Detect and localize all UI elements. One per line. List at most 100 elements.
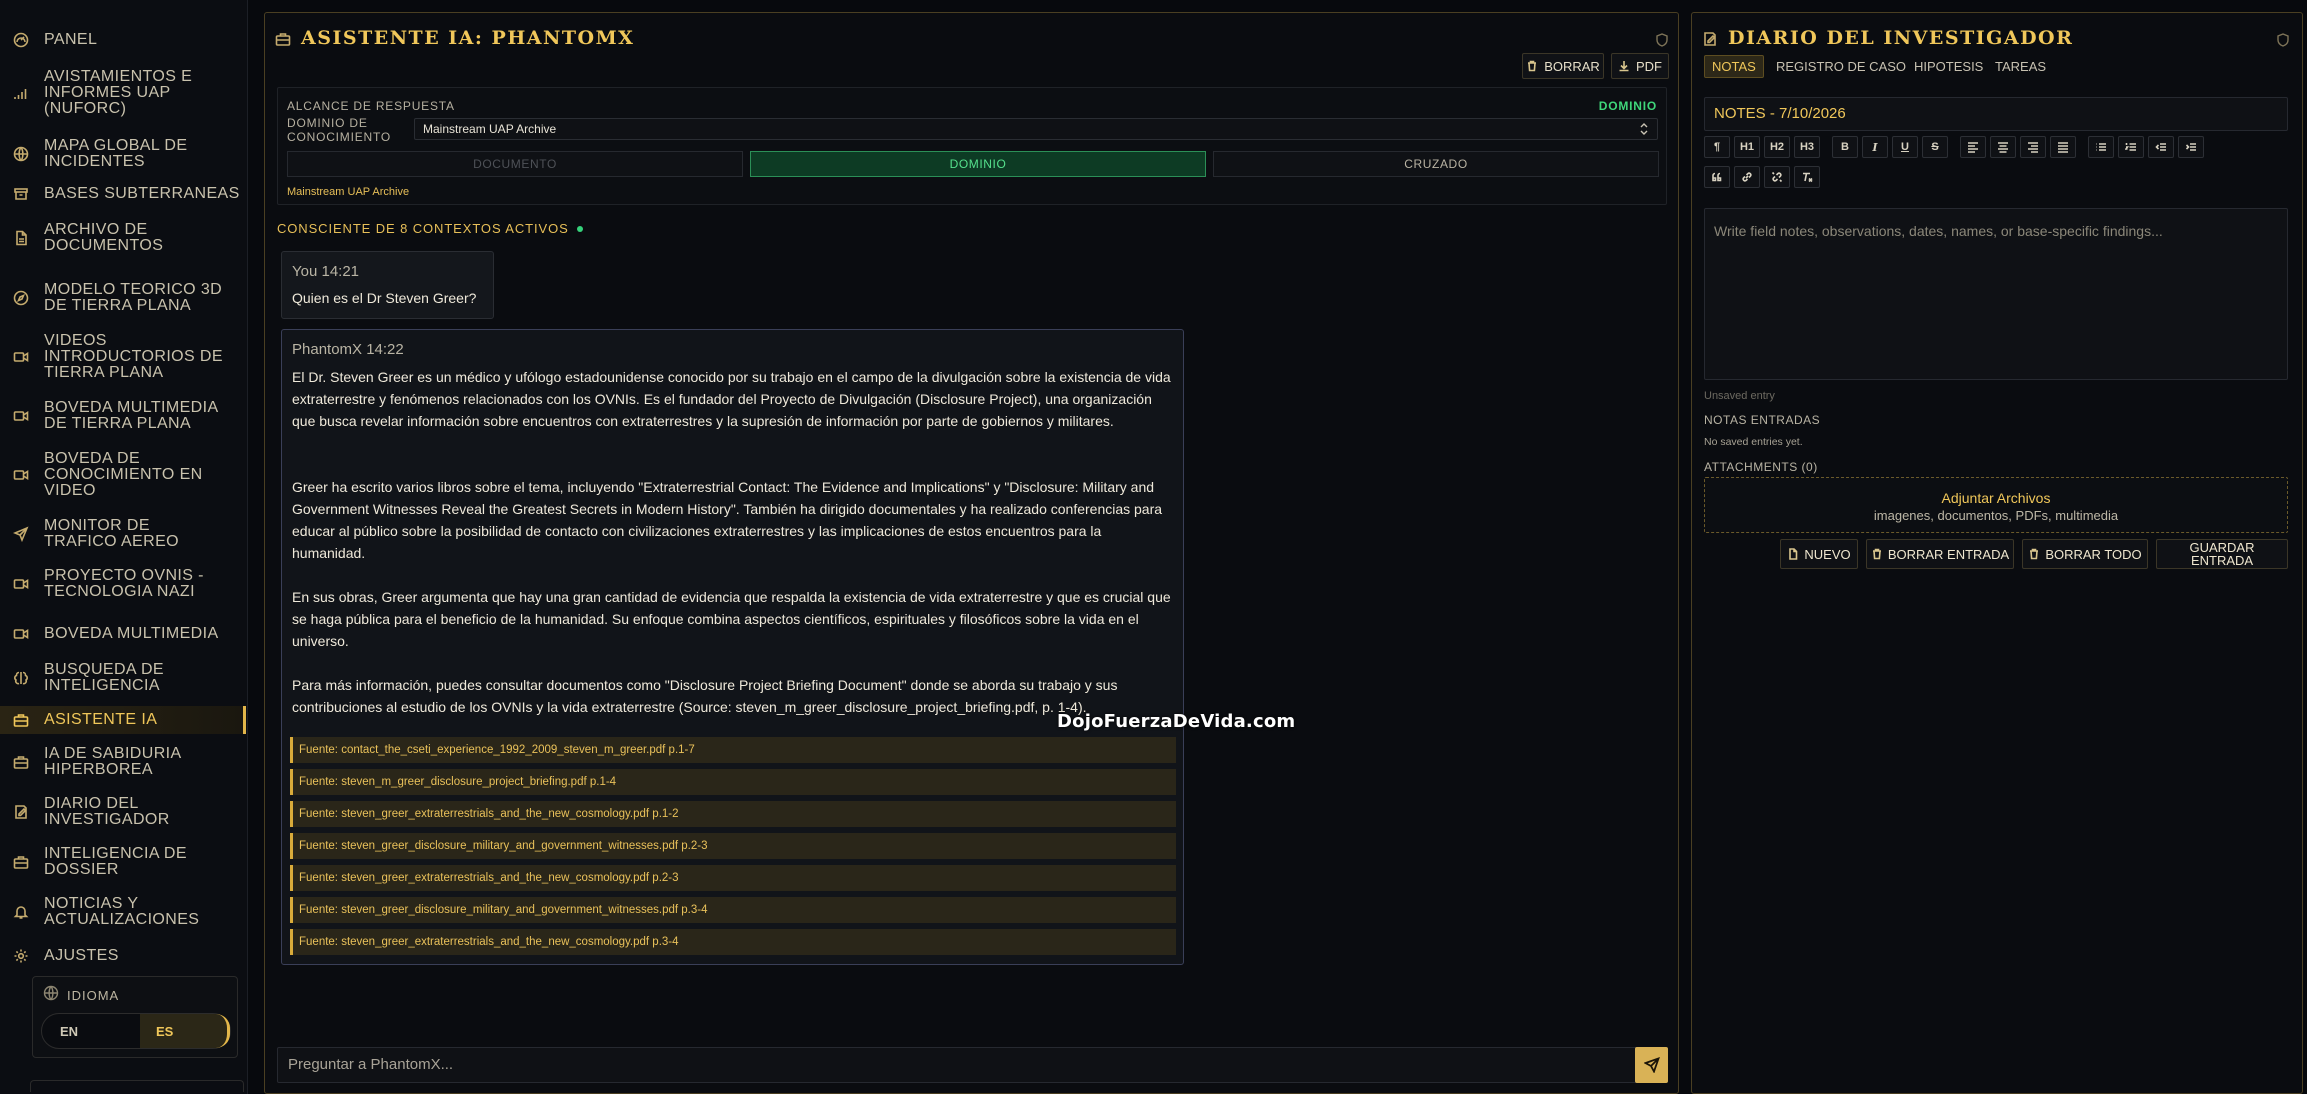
new-entry-button[interactable]: NUEVO [1780,539,1858,569]
align-justify-button[interactable] [2050,136,2076,158]
source-citation[interactable]: Fuente: steven_greer_disclosure_military… [290,897,1176,923]
delete-entry-button[interactable]: BORRAR ENTRADA [1866,539,2014,569]
note-editor[interactable]: Write field notes, observations, dates, … [1704,208,2288,380]
source-citation[interactable]: Fuente: contact_the_cseti_experience_199… [290,737,1176,763]
knowledge-domain-select[interactable]: Mainstream UAP Archive [414,118,1658,140]
numbered-list-button[interactable] [2118,136,2144,158]
sidebar-item-label: AVISTAMIENTOS E INFORMES UAP (NUFORC) [44,68,193,117]
clear-button[interactable]: BORRAR [1522,53,1604,79]
sidebar-item-panel[interactable]: PANEL [0,28,246,52]
tab-hypotheses[interactable]: HIPOTESIS [1914,55,1983,78]
sidebar-item-incident-map[interactable]: MAPA GLOBAL DE INCIDENTES [0,136,246,172]
source-citation[interactable]: Fuente: steven_greer_extraterrestrials_a… [290,929,1176,955]
sidebar-item-dossier-intel[interactable]: INTELIGENCIA DE DOSSIER [0,844,246,880]
language-option-es[interactable]: ES [140,1014,230,1048]
sidebar-item-hyperborean-ai[interactable]: IA DE SABIDURIA HIPERBOREA [0,744,246,780]
note-title-input[interactable]: NOTES - 7/10/2026 [1704,97,2288,131]
heading3-button[interactable]: H3 [1794,136,1820,158]
sidebar-item-label: PROYECTO OVNIS - TECNOLOGIA NAZI [44,567,204,600]
sidebar-item-ufo-project[interactable]: PROYECTO OVNIS - TECNOLOGIA NAZI [0,566,246,602]
align-right-button[interactable] [2020,136,2046,158]
panel-title: DIARIO DEL INVESTIGADOR [1702,27,2073,49]
video-camera-icon [12,407,30,425]
scope-segment-cross[interactable]: CRUZADO [1213,151,1659,177]
sidebar-item-document-archive[interactable]: ARCHIVO DE DOCUMENTOS [0,220,246,256]
sidebar-item-multimedia-vault[interactable]: BOVEDA MULTIMEDIA [0,624,246,644]
pilcrow-icon: ¶ [1713,141,1721,153]
sidebar-item-flat-earth-videos[interactable]: VIDEOS INTRODUCTORIOS DE TIERRA PLANA [0,330,246,384]
tab-notes[interactable]: NOTAS [1704,55,1764,78]
bell-icon [12,903,30,921]
video-camera-icon [12,348,30,366]
heading2-button[interactable]: H2 [1764,136,1790,158]
sidebar-item-flat-earth-vault[interactable]: BOVEDA MULTIMEDIA DE TIERRA PLANA [0,398,246,434]
align-left-button[interactable] [1960,136,1986,158]
sidebar-item-label: MONITOR DE TRAFICO AEREO [44,517,179,550]
brain-icon [12,669,30,687]
clear-format-icon [1803,172,1813,183]
chat-input[interactable]: Preguntar a PhantomX... [277,1047,1639,1083]
delete-all-button[interactable]: BORRAR TODO [2022,539,2148,569]
source-citation[interactable]: Fuente: steven_m_greer_disclosure_projec… [290,769,1176,795]
unlink-button[interactable] [1764,166,1790,188]
paragraph-button[interactable]: ¶ [1704,136,1730,158]
sidebar-item-news[interactable]: NOTICIAS Y ACTUALIZACIONES [0,894,246,930]
delete-all-label: BORRAR TODO [2045,546,2142,562]
bullet-list-button[interactable] [2088,136,2114,158]
scope-segment-domain[interactable]: DOMINIO [750,151,1206,177]
sidebar-item-label: BOVEDA MULTIMEDIA [44,625,219,642]
sidebar-item-flat-earth-model[interactable]: MODELO TEORICO 3D DE TIERRA PLANA [0,280,246,316]
quote-button[interactable] [1704,166,1730,188]
align-center-button[interactable] [1990,136,2016,158]
scope-segment-document[interactable]: DOCUMENTO [287,151,743,177]
strikethrough-button[interactable]: S [1922,136,1948,158]
video-camera-icon [12,625,30,643]
sidebar-item-ai-assistant[interactable]: ASISTENTE IA [0,706,246,734]
video-camera-icon [12,466,30,484]
file-icon [1789,548,1798,560]
pdf-button[interactable]: PDF [1611,53,1669,79]
clear-format-button[interactable] [1794,166,1820,188]
link-button[interactable] [1734,166,1760,188]
italic-button[interactable]: I [1862,136,1888,158]
message-text: Quien es el Dr Steven Greer? [292,290,477,306]
briefcase-icon [12,711,30,729]
scope-selected-domain: Mainstream UAP Archive [287,186,410,198]
outdent-button[interactable] [2148,136,2174,158]
document-icon [12,229,30,247]
heading3-label: H3 [1799,141,1815,153]
sidebar-item-label: MAPA GLOBAL DE INCIDENTES [44,137,188,170]
sidebar-item-investigator-journal[interactable]: DIARIO DEL INVESTIGADOR [0,794,246,830]
sidebar-item-air-traffic[interactable]: MONITOR DE TRAFICO AEREO [0,516,246,552]
clear-button-label: BORRAR [1544,58,1600,74]
plane-icon [12,525,30,543]
watermark-text: DojoFuerzaDeVida.com [1057,711,1296,732]
tab-case-log[interactable]: REGISTRO DE CASO [1776,55,1906,78]
save-entry-button[interactable]: GUARDAR ENTRADA [2156,539,2288,569]
send-icon [1643,1057,1660,1073]
user-message: You 14:21 Quien es el Dr Steven Greer? [281,251,494,319]
indent-button[interactable] [2178,136,2204,158]
heading1-button[interactable]: H1 [1734,136,1760,158]
sidebar-item-sightings[interactable]: AVISTAMIENTOS E INFORMES UAP (NUFORC) [0,66,246,120]
attach-dropzone[interactable]: Adjuntar Archivos imagenes, documentos, … [1704,477,2288,533]
sidebar-item-video-knowledge-vault[interactable]: BOVEDA DE CONOCIMIENTO EN VIDEO [0,448,246,502]
tab-tasks[interactable]: TAREAS [1995,55,2046,78]
active-contexts-text: CONSCIENTE DE 8 CONTEXTOS ACTIVOS [277,221,569,236]
source-citation[interactable]: Fuente: steven_greer_extraterrestrials_a… [290,865,1176,891]
underline-button[interactable]: U [1892,136,1918,158]
message-paragraph: Greer ha escrito varios libros sobre el … [292,479,1163,561]
align-left-icon [1968,142,1978,153]
sidebar-item-underground-bases[interactable]: BASES SUBTERRANEAS [0,184,246,204]
heading2-label: H2 [1769,141,1785,153]
sidebar-item-label: PANEL [44,31,98,48]
sidebar-item-settings[interactable]: AJUSTES [0,946,246,966]
source-citation[interactable]: Fuente: steven_greer_disclosure_military… [290,833,1176,859]
send-button[interactable] [1635,1047,1668,1083]
bold-button[interactable]: B [1832,136,1858,158]
source-citation[interactable]: Fuente: steven_greer_extraterrestrials_a… [290,801,1176,827]
language-option-en[interactable]: EN [42,1014,126,1048]
sidebar-item-label: INTELIGENCIA DE DOSSIER [44,845,187,878]
language-switcher: IDIOMA EN ES [32,976,238,1058]
sidebar-item-intel-search[interactable]: BUSQUEDA DE INTELIGENCIA [0,660,246,696]
